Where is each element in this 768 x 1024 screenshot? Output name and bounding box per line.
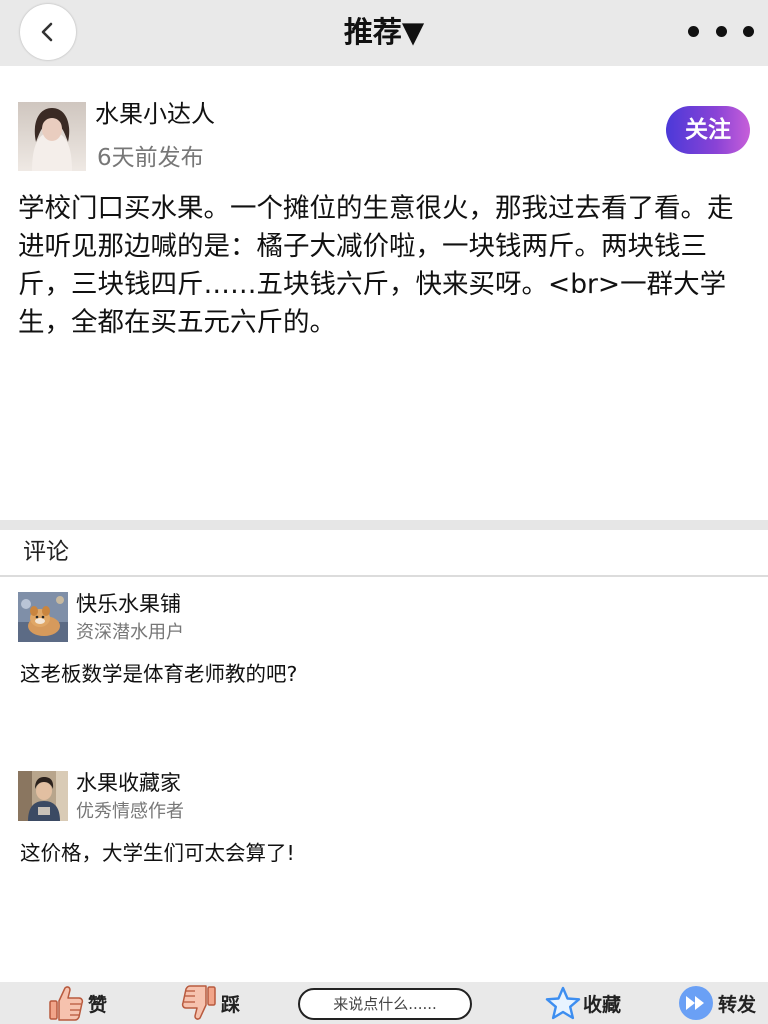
follow-button[interactable]: 关注 — [666, 106, 750, 154]
author-avatar[interactable] — [18, 102, 86, 171]
commenter-avatar[interactable] — [18, 592, 68, 642]
post-time: 6天前发布 — [97, 145, 204, 171]
comment-text: 这老板数学是体育老师教的吧? — [20, 662, 298, 686]
top-bar: 推荐▼ — [0, 0, 768, 66]
like-label: 赞 — [88, 993, 108, 1016]
commenter-name[interactable]: 快乐水果铺 — [76, 589, 181, 619]
like-button[interactable]: 赞 — [48, 982, 107, 1024]
favorite-label: 收藏 — [583, 993, 622, 1016]
feed-selector[interactable]: 推荐▼ — [284, 10, 484, 54]
commenter-avatar[interactable] — [18, 771, 68, 821]
star-icon — [545, 986, 581, 1020]
author-name[interactable]: 水果小达人 — [95, 96, 215, 132]
dislike-button[interactable]: 踩 — [181, 982, 240, 1024]
favorite-button[interactable]: 收藏 — [545, 982, 621, 1024]
share-label: 转发 — [718, 993, 757, 1016]
comments-title: 评论 — [23, 539, 69, 565]
more-dots-icon[interactable] — [688, 16, 754, 46]
back-button[interactable] — [20, 4, 76, 60]
dislike-label: 踩 — [221, 993, 241, 1016]
thumbs-up-icon — [49, 986, 84, 1021]
thumbs-down-icon — [181, 985, 216, 1020]
comment-text: 这价格，大学生们可太会算了! — [20, 841, 295, 865]
comment-input[interactable] — [298, 988, 472, 1020]
commenter-badge: 优秀情感作者 — [76, 801, 184, 822]
fast-forward-icon — [679, 986, 713, 1020]
section-divider — [0, 520, 768, 530]
commenter-badge: 资深潜水用户 — [76, 622, 184, 643]
chevron-left-icon — [41, 22, 53, 42]
commenter-name[interactable]: 水果收藏家 — [76, 768, 181, 798]
bottom-action-bar: 赞 踩 收藏 转发 — [0, 982, 768, 1024]
share-button[interactable]: 转发 — [678, 982, 756, 1024]
comments-divider — [0, 575, 768, 577]
post-content: 学校门口买水果。一个摊位的生意很火，那我过去看了看。走进听见那边喊的是：橘子大减… — [18, 193, 734, 338]
